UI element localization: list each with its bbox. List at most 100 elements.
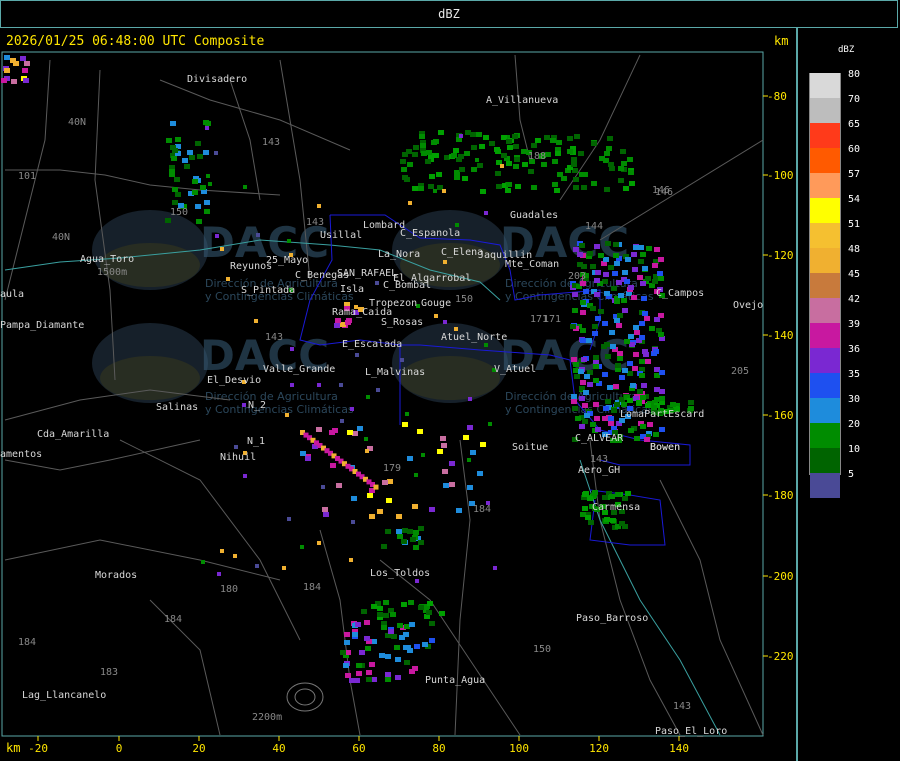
radar-echo-cell [379,653,385,658]
radar-echo-cell [394,645,400,650]
radar-echo-cell [629,181,635,186]
radar-echo-cell [453,148,459,153]
legend-label: 5 [848,469,855,480]
radar-echo-cell [290,383,294,387]
radar-echo-cell [613,253,619,258]
radar-echo-cell [614,402,620,407]
place-label: Divisadero [187,74,247,85]
radar-echo-cell [300,545,304,549]
radar-echo-cell [614,318,620,323]
radar-echo-cell [609,166,615,171]
radar-echo-cell [594,292,600,297]
radar-echo-cell [449,482,455,487]
place-label: Pampa_Diamante [0,320,84,331]
radar-echo-cell [381,544,387,549]
radar-echo-cell [1,78,7,83]
radar-echo-cell [426,610,432,615]
radar-echo-cell [615,363,621,368]
legend-label: 20 [848,419,861,430]
legend-label: 42 [848,294,861,305]
radar-echo-cell [640,252,646,257]
radar-echo-cell [500,164,504,168]
radar-echo-cell [407,529,413,534]
legend-swatch [810,123,840,148]
legend-swatch [810,273,840,298]
radar-echo-cell [621,402,627,407]
watermark-logo-icon [100,243,200,287]
place-label: Nihuil [220,452,256,463]
radar-echo-cell [217,572,221,576]
radar-echo-cell [336,483,342,488]
legend-swatch [810,98,840,123]
radar-echo-cell [593,364,599,369]
x-tick-label: 0 [116,742,123,755]
radar-echo-cell [385,529,391,534]
radar-echo-cell [401,602,407,607]
radar-echo-cell [172,187,178,192]
radar-echo-cell [617,313,623,318]
radar-echo-cell [334,323,340,328]
radar-map[interactable]: -20 0 20 40 60 80 100 120 140-80-100-120-140-160… [0,0,900,761]
radar-echo-cell [383,613,389,618]
radar-echo-cell [255,564,259,568]
radar-echo-cell [317,383,321,387]
radar-echo-cell [591,141,597,146]
radar-echo-cell [441,443,447,448]
radar-echo-cell [459,167,465,172]
radar-echo-cell [340,650,346,655]
watermark-subtitle: Dirección de Agricultura [205,390,338,403]
radar-echo-cell [471,167,477,172]
road-label: 40N [52,232,70,243]
radar-echo-cell [170,121,176,126]
radar-echo-cell [489,141,495,146]
radar-echo-cell [625,257,631,262]
radar-echo-cell [418,540,424,545]
radar-echo-cell [169,169,175,174]
road-line [379,559,521,736]
radar-echo-cell [585,515,591,520]
radar-echo-cell [581,357,587,362]
radar-echo-cell [577,252,583,257]
radar-echo-cell [631,252,637,257]
road-label: 150 [170,207,188,218]
radar-echo-cell [573,362,579,367]
radar-echo-cell [175,137,181,142]
radar-echo-cell [624,339,630,344]
place-label: Valle_Grande [263,364,335,375]
radar-echo-cell [208,182,212,186]
radar-echo-cell [316,427,322,432]
radar-echo-cell [429,638,435,643]
x-tick-label: 80 [432,742,445,755]
road-line [159,79,351,151]
road-line [559,54,641,201]
road-line [5,169,281,196]
radar-echo-cell [24,61,30,66]
radar-echo-cell [604,517,610,522]
radar-echo-cell [375,281,379,285]
radar-echo-cell [418,186,424,191]
radar-echo-cell [658,332,664,337]
radar-echo-cell [385,677,391,682]
road-line [659,479,764,736]
radar-echo-cell [175,192,181,197]
radar-echo-cell [620,149,626,154]
radar-echo-cell [404,660,410,665]
radar-echo-cell [531,185,537,190]
radar-echo-cell [385,654,391,659]
radar-echo-cell [468,397,472,401]
radar-echo-cell [405,412,409,416]
radar-echo-cell [631,295,637,300]
radar-echo-cell [421,453,425,457]
radar-echo-cell [467,458,471,462]
radar-echo-cell [657,271,663,276]
radar-echo-cell [642,311,648,316]
place-label: A_Villanueva [486,95,558,106]
radar-echo-cell [583,390,589,395]
radar-echo-cell [484,211,488,215]
radar-echo-cell [611,286,617,291]
radar-echo-cell [582,506,588,511]
y-tick-label: -200 [767,570,794,583]
radar-echo-cell [408,201,412,205]
radar-echo-cell [554,188,560,193]
radar-echo-cell [592,324,598,329]
